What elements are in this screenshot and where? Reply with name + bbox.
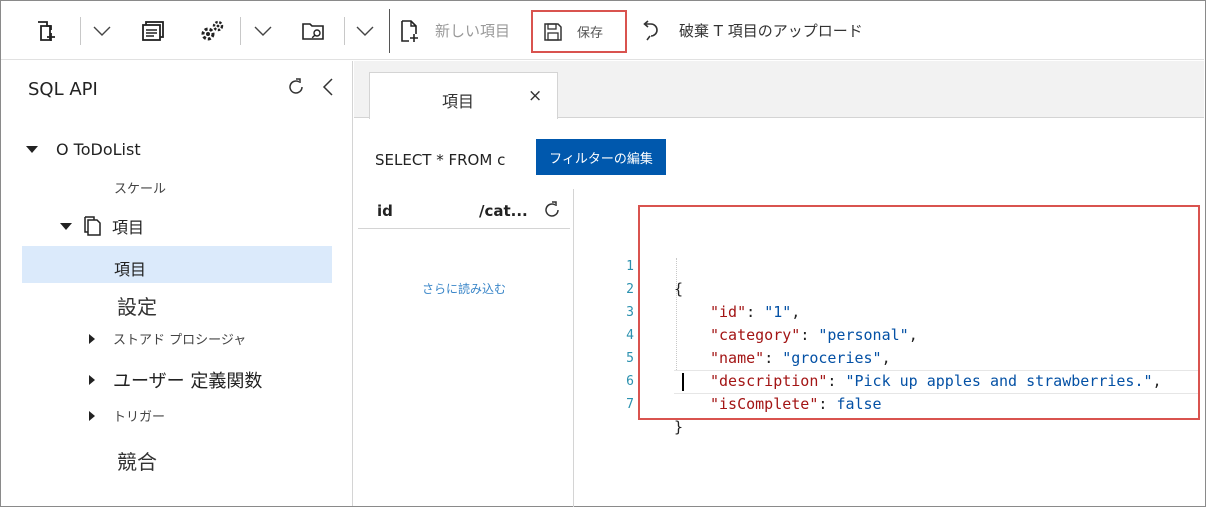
tab-items[interactable]: 項目 × [369, 72, 558, 119]
new-sql-query-button[interactable] [138, 1, 168, 60]
save-icon [544, 22, 562, 41]
caret-right-icon [89, 375, 95, 385]
tree-item-triggers[interactable]: トリガー [89, 406, 165, 425]
scale-label: スケール [114, 182, 167, 197]
toolbar-separator [389, 9, 390, 53]
list-header: id /cat... [358, 189, 570, 229]
tree-item-settings[interactable]: 設定 [117, 291, 157, 320]
toolbar-separator [80, 17, 81, 45]
edit-filter-button[interactable]: フィルターの編集 [536, 139, 666, 175]
items-selected-text: 項目 [114, 256, 146, 280]
toolbar-separator [344, 17, 345, 45]
discard-upload-label: 破棄 T 項目のアップロード [679, 22, 863, 40]
chevron-left-icon [322, 78, 333, 96]
resource-tree-panel: SQL API O ToDoList スケール 項目 項目 設定 ストアド プロ… [1, 61, 353, 506]
caret-right-icon [89, 333, 95, 344]
discard-button[interactable]: 破棄 T 項目のアップロード [639, 1, 889, 60]
save-label: 保存 [577, 26, 604, 41]
tree-item-container[interactable]: O ToDoList [26, 140, 141, 159]
new-stored-procedure-button[interactable] [196, 1, 228, 60]
refresh-list-button[interactable] [541, 199, 563, 221]
refresh-icon [545, 201, 559, 217]
open-query-dropdown[interactable] [352, 1, 378, 60]
settings-label: 設定 [117, 295, 157, 319]
save-button[interactable]: 保存 [531, 10, 627, 53]
documents-icon [84, 216, 101, 236]
udf-label: ユーザー 定義関数 [113, 371, 263, 392]
tree-item-conflicts[interactable]: 競合 [117, 446, 157, 475]
tree-item-stored-procedures[interactable]: ストアド プロシージャ [89, 329, 246, 348]
caret-right-icon [89, 410, 95, 421]
toolbar-separator [240, 17, 241, 45]
new-item-button[interactable]: 新しい項目 [399, 1, 527, 60]
tree-item-udf[interactable]: ユーザー 定義関数 [89, 367, 262, 393]
chevron-down-icon [254, 26, 272, 36]
query-text[interactable]: SELECT * FROM c [375, 151, 505, 169]
column-header-category[interactable]: /cat... [479, 202, 528, 220]
line-number: 7 [626, 397, 634, 412]
conflicts-label: 競合 [117, 450, 157, 474]
item-list-pane: id /cat... さらに読み込む [356, 189, 574, 507]
load-more-link[interactable]: さらに読み込む [422, 280, 506, 297]
caret-down-icon [26, 146, 38, 153]
container-label: O ToDoList [56, 140, 141, 159]
tab-items-label: 項目 [442, 92, 475, 111]
close-tab-icon[interactable]: × [528, 88, 542, 105]
undo-icon [643, 19, 658, 40]
chevron-down-icon [356, 26, 374, 36]
tree-item-scale[interactable]: スケール [114, 178, 166, 197]
tree-item-items-selected[interactable] [22, 246, 332, 283]
new-item-label: 新しい項目 [435, 22, 511, 40]
refresh-icon [289, 78, 303, 94]
chevron-down-icon [93, 26, 111, 36]
new-container-button[interactable] [29, 1, 63, 60]
items-selected-label: 項目 [114, 260, 147, 279]
tree-item-items-node[interactable]: 項目 [60, 214, 144, 238]
command-bar: 新しい項目 保存 破棄 T 項目のアップロード [1, 1, 1204, 60]
api-title: SQL API [28, 79, 98, 100]
tab-strip: 項目 × [354, 61, 1204, 119]
editor-highlight-box [638, 205, 1200, 420]
stored-procedure-dropdown[interactable] [250, 1, 276, 60]
new-document-icon [401, 19, 418, 42]
items-node-label: 項目 [112, 218, 145, 237]
new-container-icon [38, 20, 55, 41]
sql-query-icon [142, 20, 164, 41]
caret-down-icon [60, 222, 72, 230]
collapse-panel-button[interactable] [318, 75, 338, 99]
triggers-label: トリガー [113, 410, 166, 425]
gears-icon [201, 20, 224, 40]
folder-search-icon [302, 22, 324, 40]
open-query-button[interactable] [298, 1, 330, 60]
refresh-tree-button[interactable] [284, 75, 308, 99]
column-header-id[interactable]: id [377, 202, 393, 220]
stored-procedures-label: ストアド プロシージャ [113, 333, 247, 348]
new-container-dropdown[interactable] [89, 1, 115, 60]
